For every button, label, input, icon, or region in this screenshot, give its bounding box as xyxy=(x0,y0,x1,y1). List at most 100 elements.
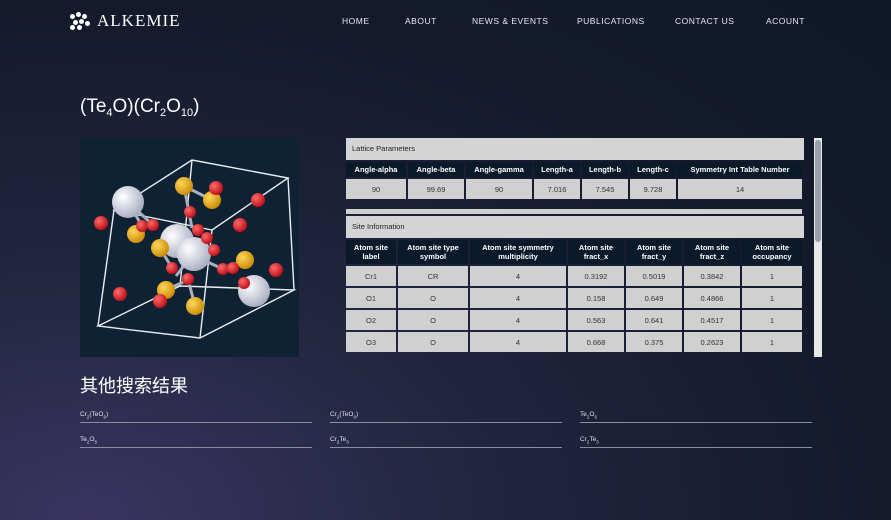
table-cell: 1 xyxy=(742,310,802,330)
lattice-col-header: Symmetry Int Table Number xyxy=(678,162,802,177)
oxygen-atom xyxy=(192,224,204,236)
result-link[interactable]: Cr2Te3 xyxy=(330,436,562,449)
table-cell: 4 xyxy=(470,310,566,330)
table-row: O3 O 4 0.668 0.375 0.2623 1 xyxy=(346,332,802,352)
table-row: Cr1 CR 4 0.3192 0.5019 0.3842 1 xyxy=(346,266,802,286)
table-cell: 0.668 xyxy=(568,332,624,352)
table-cell: 0.4517 xyxy=(684,310,740,330)
table-cell: 90 xyxy=(346,179,406,199)
table-cell: 0.3192 xyxy=(568,266,624,286)
table-cell: O2 xyxy=(346,310,396,330)
table-cell: 0.641 xyxy=(626,310,682,330)
table-cell: 14 xyxy=(678,179,802,199)
lattice-col-header: Length-b xyxy=(582,162,628,177)
table-cell: 7.016 xyxy=(534,179,580,199)
lattice-section-header: Lattice Parameters xyxy=(346,138,804,160)
site-col-header: Atom site fract_z xyxy=(684,240,740,264)
table-cell: 1 xyxy=(742,288,802,308)
tellurium-atom xyxy=(112,186,144,218)
oxygen-atom xyxy=(94,216,108,230)
nav-publications[interactable]: PUBLICATIONS xyxy=(577,16,645,26)
chromium-atom xyxy=(175,177,193,195)
nav-contact-us[interactable]: CONTACT US xyxy=(675,16,734,26)
table-cell: 0.4866 xyxy=(684,288,740,308)
lattice-col-header: Angle-gamma xyxy=(466,162,532,177)
table-cell: 4 xyxy=(470,266,566,286)
oxygen-atom xyxy=(208,244,220,256)
oxygen-atom xyxy=(113,287,127,301)
oxygen-atom xyxy=(201,232,213,244)
lattice-col-header: Angle-alpha xyxy=(346,162,406,177)
top-nav: ALKEMIE HOME ABOUT NEWS & EVENTS PUBLICA… xyxy=(0,0,891,44)
lattice-col-header: Length-a xyxy=(534,162,580,177)
site-table: Atom site label Atom site type symbol At… xyxy=(344,238,804,354)
lattice-table: Angle-alpha Angle-beta Angle-gamma Lengt… xyxy=(344,160,804,201)
molecule-dots-icon xyxy=(70,12,92,30)
table-cell: 0.5019 xyxy=(626,266,682,286)
table-cell: Cr1 xyxy=(346,266,396,286)
site-section-header: Site Information xyxy=(346,216,804,238)
nav-account[interactable]: ACOUNT xyxy=(766,16,805,26)
result-link[interactable]: Te2O5 xyxy=(580,411,812,424)
oxygen-atom xyxy=(227,262,239,274)
table-cell: 0.3842 xyxy=(684,266,740,286)
unit-cell-render xyxy=(94,159,297,339)
section-divider xyxy=(346,209,802,214)
table-cell: 99.69 xyxy=(408,179,464,199)
result-link[interactable]: Cr2Te3 xyxy=(580,436,812,449)
panel-scrollbar[interactable] xyxy=(814,138,822,357)
table-cell: 4 xyxy=(470,288,566,308)
table-cell: CR xyxy=(398,266,468,286)
site-col-header: Atom site symmetry multiplicity xyxy=(470,240,566,264)
table-cell: O xyxy=(398,288,468,308)
table-cell: 1 xyxy=(742,332,802,352)
table-row: O2 O 4 0.563 0.641 0.4517 1 xyxy=(346,310,802,330)
oxygen-atom xyxy=(233,218,247,232)
oxygen-atom xyxy=(251,193,265,207)
oxygen-atom xyxy=(238,277,250,289)
oxygen-atom xyxy=(184,206,196,218)
oxygen-atom xyxy=(269,263,283,277)
table-cell: 0.158 xyxy=(568,288,624,308)
crystal-data-panel[interactable]: Lattice Parameters Angle-alpha Angle-bet… xyxy=(344,138,822,357)
site-col-header: Atom site type symbol xyxy=(398,240,468,264)
lattice-col-header: Length-c xyxy=(630,162,676,177)
table-cell: 0.375 xyxy=(626,332,682,352)
page-title: (Te4O)(Cr2O10) xyxy=(80,96,200,119)
oxygen-atom xyxy=(147,219,159,231)
lattice-col-header: Angle-beta xyxy=(408,162,464,177)
scrollbar-thumb[interactable] xyxy=(815,140,821,242)
oxygen-atom xyxy=(153,294,167,308)
oxygen-atom xyxy=(136,220,148,232)
oxygen-atom xyxy=(182,273,194,285)
site-col-header: Atom site occupancy xyxy=(742,240,802,264)
table-row: O1 O 4 0.158 0.649 0.4866 1 xyxy=(346,288,802,308)
table-cell: O xyxy=(398,310,468,330)
oxygen-atom xyxy=(166,262,178,274)
chromium-atom xyxy=(151,239,169,257)
other-results-title: 其他搜索结果 xyxy=(80,376,188,396)
table-cell: 1 xyxy=(742,266,802,286)
table-cell: O xyxy=(398,332,468,352)
table-cell: O1 xyxy=(346,288,396,308)
brand-logo[interactable]: ALKEMIE xyxy=(70,11,180,31)
crystal-structure-viewer[interactable] xyxy=(80,138,299,357)
result-link[interactable]: Te2O5 xyxy=(80,436,312,449)
table-cell: O3 xyxy=(346,332,396,352)
table-cell: 0.649 xyxy=(626,288,682,308)
nav-news-events[interactable]: NEWS & EVENTS xyxy=(472,16,548,26)
nav-home[interactable]: HOME xyxy=(342,16,370,26)
table-cell: 4 xyxy=(470,332,566,352)
table-cell: 90 xyxy=(466,179,532,199)
table-cell: 0.2623 xyxy=(684,332,740,352)
site-col-header: Atom site label xyxy=(346,240,396,264)
table-cell: 0.563 xyxy=(568,310,624,330)
brand-name: ALKEMIE xyxy=(97,11,181,30)
table-cell: 9.728 xyxy=(630,179,676,199)
result-link[interactable]: Cr2(TeO6) xyxy=(80,411,312,424)
table-row: 90 99.69 90 7.016 7.545 9.728 14 xyxy=(346,179,802,199)
result-link[interactable]: Cr2(TeO6) xyxy=(330,411,562,424)
oxygen-atom xyxy=(209,181,223,195)
nav-about[interactable]: ABOUT xyxy=(405,16,437,26)
table-cell: 7.545 xyxy=(582,179,628,199)
